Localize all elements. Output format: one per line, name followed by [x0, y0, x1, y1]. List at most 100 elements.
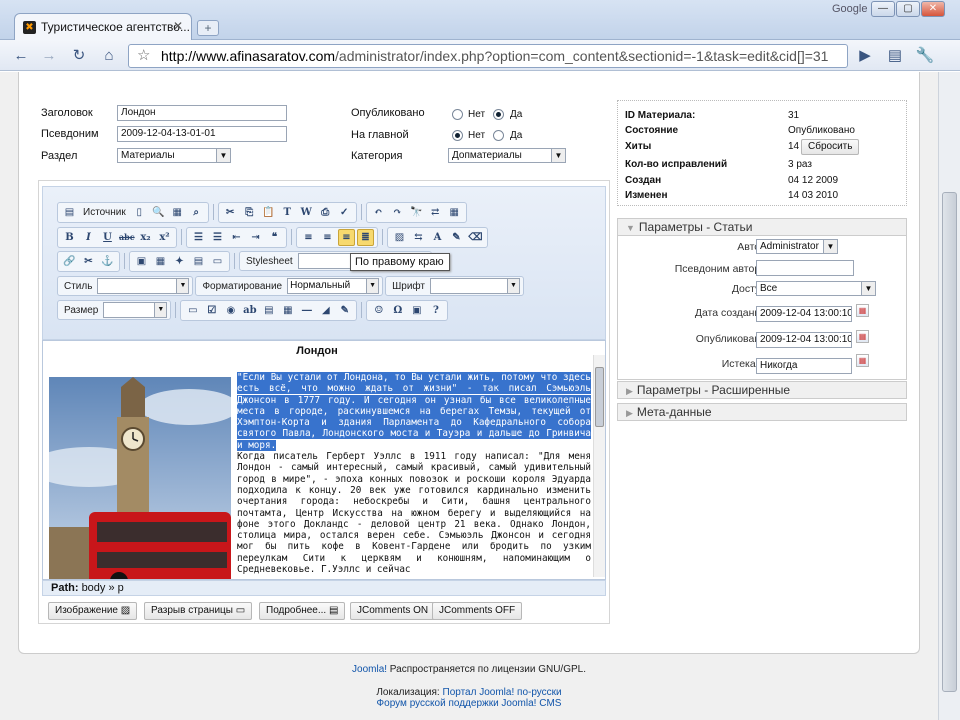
advanced-params-header[interactable]: ▶ Параметры - Расширенные — [617, 381, 907, 399]
bookmark-star-icon[interactable]: ☆ — [137, 45, 150, 67]
close-tab-icon[interactable]: ✕ — [173, 19, 183, 33]
format-select[interactable]: Нормальный ▼ — [287, 278, 380, 294]
new-document-icon[interactable]: ▯ — [131, 204, 148, 221]
omega-icon[interactable]: Ω — [389, 302, 406, 319]
close-window-button[interactable]: ✕ — [921, 1, 945, 17]
title-input[interactable]: Лондон — [117, 105, 287, 121]
author-alias-input[interactable] — [756, 260, 854, 276]
alias-input[interactable]: 2009-12-04-13-01-01 — [117, 126, 287, 142]
publish-date-input[interactable]: 2009-12-04 13:00:10 — [756, 332, 852, 348]
preview-icon[interactable]: 🔍 — [150, 204, 167, 221]
author-select[interactable]: Administrator ▼ — [756, 239, 838, 254]
page-break-button[interactable]: Разрыв страницы ▭ — [144, 602, 253, 620]
maximize-button[interactable]: ▢ — [896, 1, 920, 17]
frontpage-yes-radio[interactable] — [493, 130, 504, 141]
paste-text-icon[interactable]: T — [279, 204, 296, 221]
anchor-icon[interactable]: ⚓ — [99, 253, 116, 270]
image-button[interactable]: Изображение ▨ — [48, 602, 138, 620]
direction-icon[interactable]: ⇆ — [410, 229, 427, 246]
jcomments-on-button[interactable]: JComments ON — [350, 602, 436, 620]
calendar-icon[interactable]: ▦ — [856, 330, 869, 343]
back-arrow-icon[interactable]: ← — [10, 45, 32, 67]
page-scrollbar[interactable] — [938, 72, 960, 720]
reset-hits-button[interactable]: Сбросить — [801, 139, 860, 155]
published-no-radio[interactable] — [452, 109, 463, 120]
redo-icon[interactable]: ↷ — [389, 204, 406, 221]
style-props-icon[interactable]: ✎ — [336, 302, 353, 319]
minimize-button[interactable]: — — [871, 1, 895, 17]
page-menu-icon[interactable]: ▤ — [884, 45, 906, 67]
forward-arrow-icon[interactable]: → — [38, 45, 60, 67]
style-select[interactable]: ▼ — [97, 278, 190, 294]
jcomments-off-button[interactable]: JComments OFF — [432, 602, 523, 620]
align-justify-icon[interactable]: ≣ — [357, 228, 374, 246]
table-icon[interactable]: ▦ — [446, 204, 463, 221]
editor-scrollbar[interactable] — [593, 355, 605, 577]
nonbreaking-icon[interactable]: ◢ — [317, 302, 334, 319]
source-icon[interactable]: ▤ — [61, 204, 78, 221]
paste-word-icon[interactable]: W — [298, 204, 315, 221]
expires-input[interactable]: Никогда — [756, 358, 852, 374]
media-icon[interactable]: ▦ — [152, 253, 169, 270]
home-icon[interactable]: ⌂ — [98, 45, 120, 67]
bold-icon[interactable]: B — [61, 229, 78, 246]
print-preview-icon[interactable]: ⌕ — [188, 204, 205, 221]
source-button-label[interactable]: Источник — [80, 207, 129, 218]
subscript-icon[interactable]: x₂ — [137, 229, 154, 246]
reload-icon[interactable]: ↻ — [68, 45, 90, 67]
numbered-list-icon[interactable]: ☰ — [190, 229, 207, 246]
abbr-icon[interactable]: ab — [241, 302, 258, 319]
unlink-icon[interactable]: ✂ — [80, 253, 97, 270]
created-date-input[interactable]: 2009-12-04 13:00:10 — [756, 306, 852, 322]
new-tab-button[interactable]: + — [197, 20, 219, 36]
access-select[interactable]: Все ▼ — [756, 281, 876, 296]
print-icon[interactable]: ⎙ — [317, 204, 334, 221]
template-icon[interactable]: ▦ — [169, 204, 186, 221]
textarea-icon[interactable]: ▤ — [260, 302, 277, 319]
replace-icon[interactable]: ⇄ — [427, 204, 444, 221]
image-icon[interactable]: ▨ — [391, 229, 408, 246]
emoticon-icon[interactable]: ☺ — [370, 302, 387, 319]
form-icon[interactable]: ▦ — [279, 302, 296, 319]
browser-tab[interactable]: ✖ Туристическое агентство... ✕ — [14, 13, 192, 40]
italic-icon[interactable]: I — [80, 229, 97, 246]
eraser-icon[interactable]: ⌫ — [467, 229, 484, 246]
fullscreen-icon[interactable]: ▣ — [408, 302, 425, 319]
insert-image-icon[interactable]: ▣ — [133, 253, 150, 270]
font-color-icon[interactable]: A — [429, 229, 446, 246]
visual-blocks-icon[interactable]: ▭ — [184, 302, 201, 319]
strikethrough-icon[interactable]: abc — [118, 229, 135, 246]
published-yes-radio[interactable] — [493, 109, 504, 120]
wrench-menu-icon[interactable]: 🔧 — [914, 45, 936, 67]
find-icon[interactable]: 🔭 — [408, 204, 425, 221]
bullet-list-icon[interactable]: ☰ — [209, 229, 226, 246]
indent-icon[interactable]: ⇥ — [247, 229, 264, 246]
article-params-header[interactable]: ▼ Параметры - Статьи — [617, 218, 907, 236]
frontpage-no-radio[interactable] — [452, 130, 463, 141]
undo-icon[interactable]: ↶ — [370, 204, 387, 221]
cut-icon[interactable]: ✂ — [222, 204, 239, 221]
address-bar[interactable]: ☆ http://www.afinasaratov.com/administra… — [128, 44, 848, 68]
size-select[interactable]: ▼ — [103, 302, 168, 318]
link-icon[interactable]: 🔗 — [61, 253, 78, 270]
copy-icon[interactable]: ⎘ — [241, 204, 258, 221]
joomla-link[interactable]: Joomla! — [352, 664, 387, 675]
spellcheck-icon[interactable]: ✓ — [336, 204, 353, 221]
forum-link[interactable]: Форум русской поддержки Joomla! CMS — [377, 698, 562, 709]
calendar-icon[interactable]: ▦ — [856, 304, 869, 317]
metadata-header[interactable]: ▶ Мета-данные — [617, 403, 907, 421]
align-center-icon[interactable]: ≡ — [319, 229, 336, 246]
outdent-icon[interactable]: ⇤ — [228, 229, 245, 246]
visual-aid-icon[interactable]: ▭ — [209, 253, 226, 270]
superscript-icon[interactable]: x² — [156, 229, 173, 246]
editor-scrollbar-thumb[interactable] — [595, 367, 604, 427]
paste-icon[interactable]: 📋 — [260, 204, 277, 221]
category-select[interactable]: Допматериалы ▼ — [448, 148, 566, 163]
blockquote-icon[interactable]: ❝ — [266, 229, 283, 246]
underline-icon[interactable]: U — [99, 229, 116, 246]
hr-icon[interactable]: ― — [298, 302, 315, 319]
align-right-icon[interactable]: ≡ — [338, 228, 355, 246]
align-left-icon[interactable]: ≡ — [300, 229, 317, 246]
radio-icon[interactable]: ◉ — [222, 302, 239, 319]
font-select[interactable]: ▼ — [430, 278, 521, 294]
